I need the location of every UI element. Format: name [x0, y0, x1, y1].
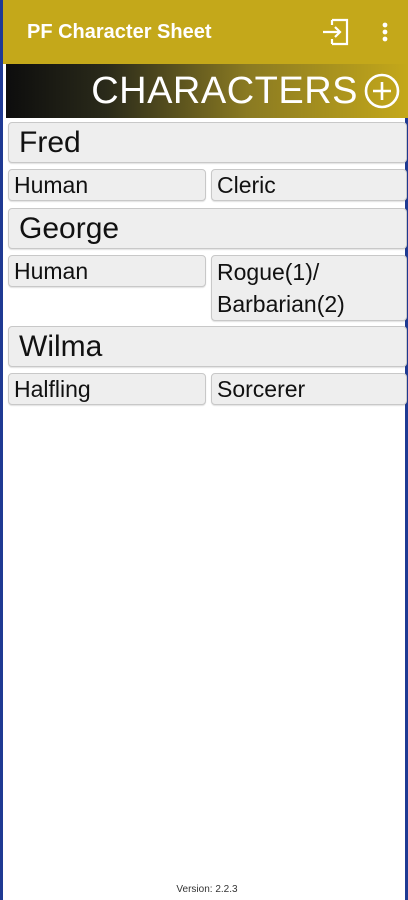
app-bar: PF Character Sheet: [3, 0, 408, 64]
character-name-cell[interactable]: Wilma: [8, 326, 407, 367]
character-class-text: Barbarian(2): [217, 291, 345, 317]
character-class-text: Cleric: [217, 172, 276, 198]
character-class-cell[interactable]: Rogue(1)/ Barbarian(2): [211, 255, 407, 321]
app-frame: PF Character Sheet CHARACTERS Fred Human…: [0, 0, 408, 900]
character-name-cell[interactable]: George: [8, 208, 407, 249]
characters-header: CHARACTERS: [6, 64, 408, 118]
character-class-text: Sorcerer: [217, 376, 306, 402]
import-icon[interactable]: [318, 14, 354, 50]
app-title: PF Character Sheet: [27, 21, 212, 43]
characters-title: CHARACTERS: [91, 70, 358, 112]
more-vert-icon[interactable]: [367, 14, 403, 50]
version-label: Version: 2.2.3: [176, 884, 238, 895]
character-race-cell[interactable]: Human: [8, 255, 206, 287]
add-circle-icon[interactable]: [363, 72, 401, 110]
character-name-cell[interactable]: Fred: [8, 122, 407, 163]
character-class-cell[interactable]: Cleric: [211, 169, 407, 201]
character-race-cell[interactable]: Human: [8, 169, 206, 201]
character-class-text: Rogue(1)/: [217, 259, 320, 285]
character-race-cell[interactable]: Halfling: [8, 373, 206, 405]
character-class-cell[interactable]: Sorcerer: [211, 373, 407, 405]
